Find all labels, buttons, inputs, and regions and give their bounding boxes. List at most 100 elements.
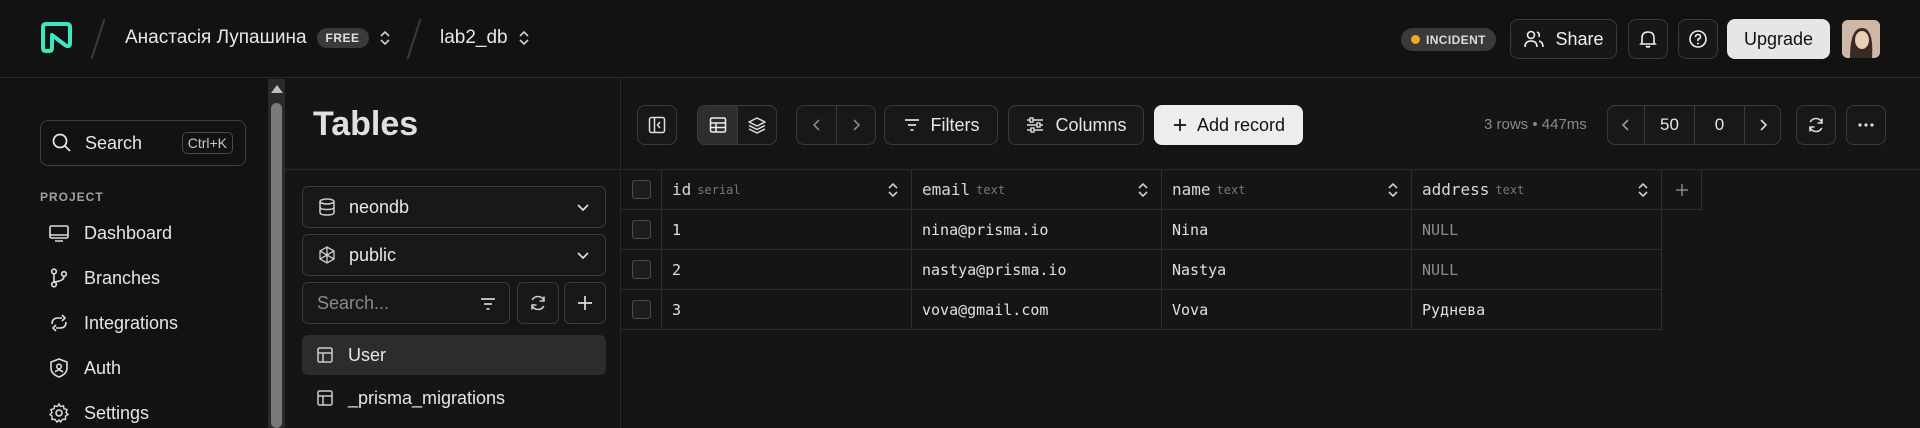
incident-label: INCIDENT: [1426, 32, 1486, 47]
cell-email[interactable]: vova@gmail.com: [912, 290, 1162, 330]
column-header-address[interactable]: address text: [1412, 170, 1662, 210]
forward-button[interactable]: [836, 106, 875, 144]
table-row[interactable]: 3 vova@gmail.com Vova Руднева: [622, 290, 1662, 330]
chevron-right-icon: [853, 119, 861, 131]
add-record-button[interactable]: Add record: [1154, 105, 1303, 145]
row-checkbox[interactable]: [632, 220, 651, 239]
more-options-button[interactable]: [1846, 105, 1886, 145]
sidebar-item-label: Auth: [84, 357, 122, 378]
schema-name: public: [349, 244, 397, 265]
add-column-button[interactable]: [1662, 170, 1702, 210]
refresh-data-button[interactable]: [1796, 105, 1836, 145]
page-offset-input[interactable]: 0: [1694, 106, 1744, 144]
cell-id[interactable]: 3: [662, 290, 912, 330]
table-row[interactable]: 1 nina@prisma.io Nina NULL: [622, 210, 1662, 250]
search-icon: [52, 133, 71, 152]
column-header-id[interactable]: id serial: [662, 170, 912, 210]
next-page-button[interactable]: [1744, 106, 1780, 144]
org-switcher[interactable]: Анастасія Лупашина FREE: [125, 27, 391, 49]
sort-icon[interactable]: [887, 182, 899, 198]
table-name: User: [348, 344, 387, 365]
filters-label: Filters: [930, 114, 980, 135]
sort-icon[interactable]: [1387, 182, 1399, 198]
gear-icon: [48, 402, 70, 424]
table-list-item-user[interactable]: User: [302, 335, 606, 375]
sidebar-item-label: Settings: [84, 402, 150, 423]
sort-icon[interactable]: [1137, 182, 1149, 198]
select-all-checkbox[interactable]: [632, 180, 651, 199]
database-icon: [319, 198, 335, 216]
table-icon: [317, 390, 333, 406]
cell-address[interactable]: Руднева: [1412, 290, 1662, 330]
git-branch-icon: [50, 268, 68, 288]
monitor-icon: [49, 225, 69, 242]
cell-name[interactable]: Vova: [1162, 290, 1412, 330]
search-label: Search: [85, 132, 143, 153]
plus-icon: [578, 296, 592, 310]
table-search-input[interactable]: Search...: [302, 282, 510, 324]
column-header-name[interactable]: name text: [1162, 170, 1412, 210]
cell-id[interactable]: 1: [662, 210, 912, 250]
refresh-icon: [531, 295, 545, 311]
share-button[interactable]: Share: [1510, 19, 1617, 59]
row-checkbox[interactable]: [632, 300, 651, 319]
sidebar-item-auth[interactable]: Auth: [48, 353, 121, 383]
row-checkbox[interactable]: [632, 260, 651, 279]
sidebar-scrollbar[interactable]: [268, 79, 285, 428]
column-name: email: [922, 180, 971, 199]
page-title: Tables: [313, 105, 419, 143]
cell-name[interactable]: Nina: [1162, 210, 1412, 250]
scroll-thumb[interactable]: [271, 103, 282, 428]
grid-header-row: id serial email text name text address t…: [622, 170, 1702, 210]
avatar[interactable]: [1842, 20, 1880, 58]
page-limit-input[interactable]: 50: [1644, 106, 1694, 144]
columns-button[interactable]: Columns: [1008, 105, 1144, 145]
cell-email[interactable]: nina@prisma.io: [912, 210, 1162, 250]
add-table-button[interactable]: [564, 282, 606, 324]
chevron-left-icon: [812, 119, 820, 131]
schema-view-button[interactable]: [737, 106, 776, 144]
table-row[interactable]: 2 nastya@prisma.io Nastya NULL: [622, 250, 1662, 290]
view-mode-toggle: [697, 105, 777, 145]
filters-button[interactable]: Filters: [884, 105, 998, 145]
cell-name[interactable]: Nastya: [1162, 250, 1412, 290]
help-button[interactable]: [1678, 19, 1718, 59]
sidebar-item-integrations[interactable]: Integrations: [48, 308, 178, 338]
refresh-icon: [1809, 117, 1823, 133]
cell-email[interactable]: nastya@prisma.io: [912, 250, 1162, 290]
toggle-sidebar-button[interactable]: [637, 105, 677, 145]
incident-badge[interactable]: INCIDENT: [1401, 28, 1496, 51]
column-header-email[interactable]: email text: [912, 170, 1162, 210]
left-sidebar: Search Ctrl+K PROJECT Dashboard Branches…: [0, 79, 268, 428]
grid-view-button[interactable]: [698, 106, 737, 144]
filter-lines-icon[interactable]: [479, 295, 497, 313]
sidebar-item-label: Branches: [84, 267, 161, 288]
upgrade-button[interactable]: Upgrade: [1727, 19, 1830, 59]
cell-address[interactable]: NULL: [1412, 210, 1662, 250]
pagination: 50 0: [1607, 105, 1781, 145]
prev-page-button[interactable]: [1608, 106, 1644, 144]
database-select[interactable]: neondb: [302, 186, 606, 228]
back-button[interactable]: [797, 106, 836, 144]
select-all-checkbox-cell: [622, 170, 662, 210]
cell-address[interactable]: NULL: [1412, 250, 1662, 290]
row-checkbox-cell: [622, 290, 662, 330]
section-label-project: PROJECT: [40, 190, 104, 204]
cell-id[interactable]: 2: [662, 250, 912, 290]
plus-icon: [1675, 183, 1688, 196]
sidebar-item-branches[interactable]: Branches: [48, 263, 160, 293]
sidebar-item-settings[interactable]: Settings: [48, 398, 149, 428]
breadcrumb-divider: [90, 18, 106, 60]
refresh-tables-button[interactable]: [517, 282, 559, 324]
project-switcher[interactable]: lab2_db: [440, 27, 530, 49]
notifications-button[interactable]: [1628, 19, 1668, 59]
table-icon: [317, 347, 333, 363]
scroll-up-arrow-icon[interactable]: [271, 85, 283, 93]
schema-select[interactable]: public: [302, 234, 606, 276]
sidebar-item-dashboard[interactable]: Dashboard: [48, 218, 172, 248]
neon-logo-icon[interactable]: [40, 21, 73, 54]
sort-icon[interactable]: [1637, 182, 1649, 198]
table-grid-icon: [709, 117, 726, 133]
global-search-button[interactable]: Search Ctrl+K: [40, 120, 246, 166]
table-list-item-prisma-migrations[interactable]: _prisma_migrations: [302, 378, 606, 418]
